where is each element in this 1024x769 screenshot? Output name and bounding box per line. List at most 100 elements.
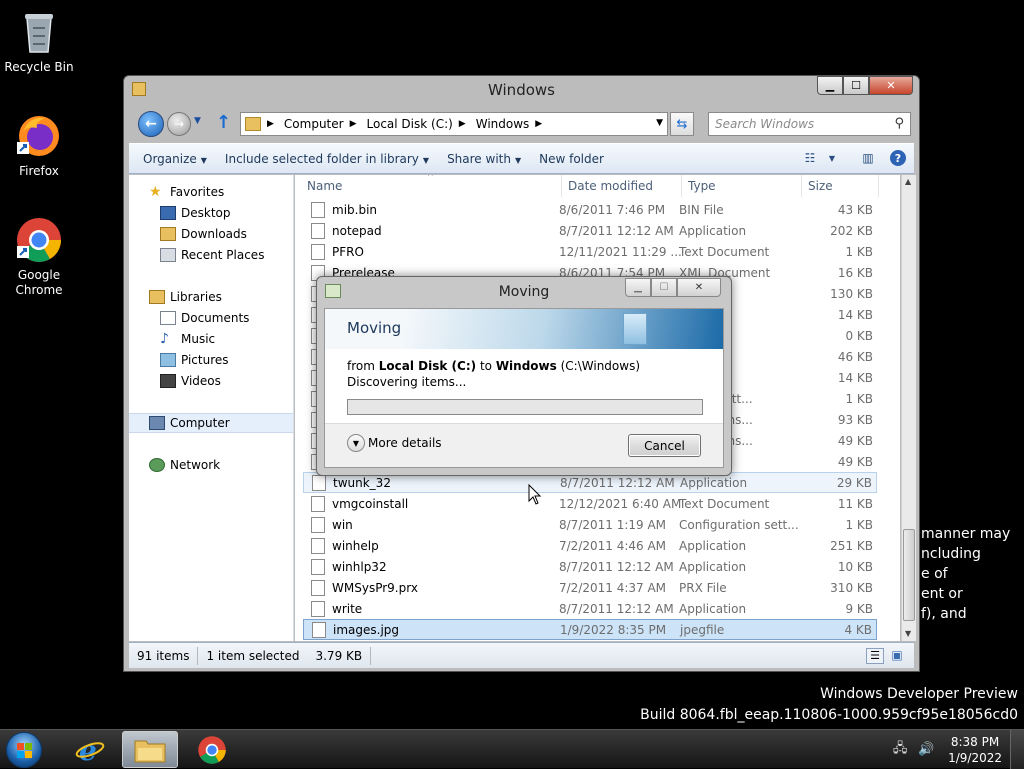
file-row[interactable]: write 8/7/2011 12:12 AM Application 9 KB: [303, 598, 877, 619]
clock[interactable]: 8:38 PM 1/9/2022: [948, 734, 1002, 766]
view-options-icon[interactable]: ☷: [800, 149, 820, 167]
nav-pictures[interactable]: Pictures: [129, 350, 293, 370]
file-row[interactable]: mib.bin 8/6/2011 7:46 PM BIN File 43 KB: [303, 199, 877, 220]
close-icon: ✕: [694, 282, 704, 293]
nav-downloads[interactable]: Downloads: [129, 224, 293, 244]
start-button[interactable]: [6, 732, 42, 768]
file-row[interactable]: images.jpg 1/9/2022 8:35 PM jpegfile 4 KB: [303, 619, 877, 640]
file-row[interactable]: WMSysPr9.prx 7/2/2011 4:37 AM PRX File 310 …: [303, 577, 877, 598]
dialog-close-button[interactable]: ✕: [677, 278, 721, 297]
navigation-pane: ★ Favorites Desktop Downloads Recent Pla…: [129, 175, 294, 641]
show-desktop-button[interactable]: [1010, 730, 1024, 769]
file-date: 8/7/2011 12:12 AM: [559, 559, 674, 574]
scroll-down-icon[interactable]: ▼: [905, 629, 911, 638]
share-with-button[interactable]: Share with ▼: [447, 152, 521, 166]
source-link[interactable]: Local Disk (C:): [379, 359, 476, 373]
destination-link[interactable]: Windows: [496, 359, 557, 373]
desktop-icon-recycle-bin[interactable]: Recycle Bin: [1, 8, 77, 75]
include-in-library-button[interactable]: Include selected folder in library ▼: [225, 152, 429, 166]
desktop-icon-chrome[interactable]: Google Chrome: [1, 216, 77, 298]
file-icon: [311, 537, 325, 554]
file-list-scrollbar[interactable]: ▲ ▼: [901, 175, 916, 641]
new-folder-button[interactable]: New folder: [539, 152, 604, 166]
network-icon[interactable]: 🖧: [892, 741, 908, 758]
window-title: Windows: [488, 81, 555, 99]
scroll-up-icon[interactable]: ▲: [905, 177, 911, 186]
status-selected: 1 item selected: [206, 648, 300, 663]
nav-desktop[interactable]: Desktop: [129, 203, 293, 223]
file-icon: [311, 516, 325, 533]
file-row[interactable]: win 8/7/2011 1:19 AM Configuration sett...…: [303, 514, 877, 535]
taskbar-internet-explorer[interactable]: e: [62, 731, 118, 768]
taskbar-windows-explorer[interactable]: [122, 731, 178, 768]
refresh-button[interactable]: ⇆: [670, 112, 694, 136]
background-text: manner may ncluding e of ent or f), and: [921, 526, 1011, 622]
column-header-size[interactable]: Size: [802, 175, 879, 197]
cancel-button[interactable]: Cancel: [628, 434, 701, 457]
caption-buttons: ▁ ☐ ✕: [817, 76, 913, 95]
file-name: winhlp32: [311, 558, 387, 575]
breadcrumb-separator-icon[interactable]: ▶: [535, 119, 542, 129]
scrollbar-thumb[interactable]: [903, 529, 915, 621]
search-icon[interactable]: ⚲: [894, 116, 904, 131]
address-row: ← → ▼ ↑ ▶ Computer ▶ Local Disk (C:) ▶ W…: [136, 110, 911, 138]
volume-icon[interactable]: 🔊: [918, 742, 934, 758]
address-dropdown-icon[interactable]: ▼: [656, 118, 663, 128]
nav-computer[interactable]: Computer: [129, 413, 293, 433]
breadcrumb-windows[interactable]: Windows: [476, 117, 530, 131]
firefox-icon: [15, 112, 63, 160]
file-size: 14 KB: [837, 370, 873, 385]
file-row[interactable]: winhlp32 8/7/2011 12:12 AM Application 10 K…: [303, 556, 877, 577]
desktop-icon-firefox[interactable]: Firefox: [1, 112, 77, 179]
breadcrumb-computer[interactable]: Computer: [284, 117, 344, 131]
breadcrumb-local-disk[interactable]: Local Disk (C:): [367, 117, 453, 131]
file-name: images.jpg: [312, 621, 399, 638]
chevron-down-icon: ▼: [347, 434, 365, 452]
nav-libraries[interactable]: Libraries: [129, 287, 293, 307]
breadcrumb-separator-icon[interactable]: ▶: [267, 119, 274, 129]
dialog-minimize-button[interactable]: ▁: [625, 278, 651, 297]
details-view-icon[interactable]: ☰: [866, 648, 884, 664]
column-header-date[interactable]: Date modified: [562, 175, 682, 197]
taskbar-chrome[interactable]: [184, 731, 240, 768]
command-bar: Organize ▼ Include selected folder in lib…: [129, 143, 914, 174]
address-bar[interactable]: ▶ Computer ▶ Local Disk (C:) ▶ Windows ▶…: [240, 112, 668, 136]
folder-icon: [245, 117, 261, 131]
file-row[interactable]: vmgcoinstall 12/12/2021 6:40 AM Text Docum…: [303, 493, 877, 514]
breadcrumb-separator-icon[interactable]: ▶: [459, 119, 466, 129]
minimize-button[interactable]: ▁: [817, 76, 843, 95]
column-header-type[interactable]: Type: [682, 175, 802, 197]
nav-music[interactable]: ♪ Music: [129, 329, 293, 349]
file-size: 1 KB: [845, 391, 873, 406]
forward-button[interactable]: →: [167, 112, 191, 136]
preview-pane-icon[interactable]: ▥: [858, 149, 878, 167]
file-row[interactable]: notepad 8/7/2011 12:12 AM Application 202 K…: [303, 220, 877, 241]
nav-documents[interactable]: Documents: [129, 308, 293, 328]
search-input[interactable]: Search Windows ⚲: [708, 112, 911, 136]
file-icon: [311, 201, 325, 218]
back-button[interactable]: ←: [138, 111, 164, 137]
dialog-maximize-button[interactable]: ☐: [651, 278, 677, 297]
file-row[interactable]: PFRO 12/11/2021 11:29 ... Text Document 1 K…: [303, 241, 877, 262]
close-button[interactable]: ✕: [869, 76, 913, 95]
file-icon: [311, 600, 325, 617]
chevron-down-icon[interactable]: ▼: [822, 149, 842, 167]
nav-recent-places[interactable]: Recent Places: [129, 245, 293, 265]
help-icon[interactable]: ?: [890, 150, 906, 166]
large-icons-view-icon[interactable]: ▣: [888, 648, 906, 664]
breadcrumb-separator-icon[interactable]: ▶: [350, 119, 357, 129]
maximize-button[interactable]: ☐: [843, 76, 869, 95]
file-row[interactable]: winhelp 7/2/2011 4:46 AM Application 251 KB: [303, 535, 877, 556]
back-arrow-icon: ←: [145, 116, 157, 132]
organize-button[interactable]: Organize ▼: [143, 152, 207, 166]
column-header-name[interactable]: Name ^: [295, 175, 562, 197]
documents-icon: [160, 311, 176, 325]
up-button[interactable]: ↑: [216, 112, 231, 133]
nav-videos[interactable]: Videos: [129, 371, 293, 391]
more-details-button[interactable]: ▼ More details: [347, 434, 442, 452]
nav-favorites[interactable]: ★ Favorites: [129, 182, 293, 202]
file-size: 0 KB: [845, 328, 873, 343]
nav-network[interactable]: Network: [129, 455, 293, 475]
windows-logo-icon: [17, 743, 32, 758]
recent-pages-button[interactable]: ▼: [194, 116, 201, 126]
